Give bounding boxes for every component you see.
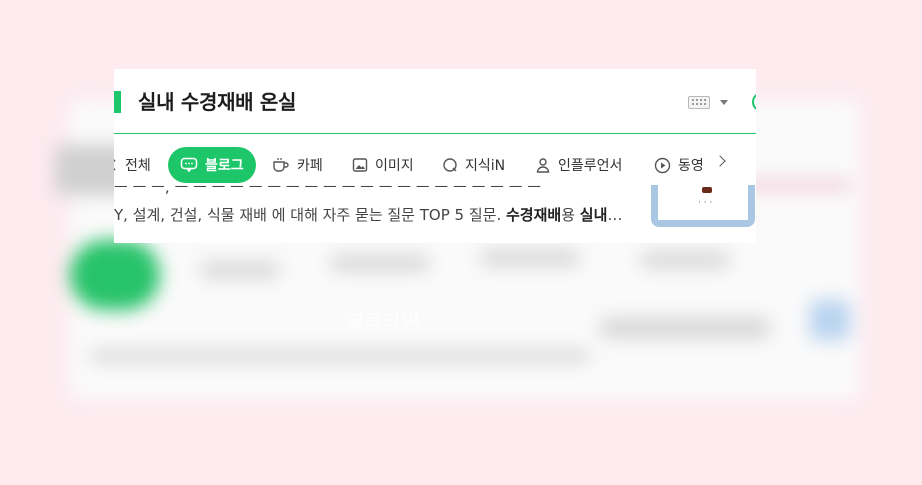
background-blur-bar [640,252,730,268]
tab-video[interactable]: 동영 [654,147,704,183]
background-blur-bar [200,262,280,278]
play-icon [654,157,671,173]
image-icon [352,158,368,172]
snippet-highlight: 수경재배 [505,206,562,224]
search-query[interactable]: 실내 수경재배 온실 [138,86,296,115]
background-blur-bar [90,350,590,362]
person-icon [536,158,550,173]
result-clipped-line: ㅡ ㅡ ㅡ, ㅡ ㅡ ㅡ ㅡ ㅡ ㅡ ㅡ ㅡ ㅡ ㅡ ㅡ ㅡ ㅡ ㅡ ㅡ ㅡ ㅡ… [114,184,542,195]
question-bubble-icon [443,158,457,172]
result-snippet: Y, 설계, 건설, 식물 재배 에 대해 자주 묻는 질문 TOP 5 질문.… [114,204,644,225]
tab-label: 카페 [297,158,323,174]
search-bar[interactable]: 실내 수경재배 온실 [114,69,756,134]
snippet-text: Y, 설계, 건설, 식물 재배 에 대해 자주 묻는 질문 TOP 5 질문. [114,206,506,224]
tab-all[interactable]: 전체 [114,147,151,183]
background-green-blob [70,240,160,310]
background-blur-bar [480,250,580,266]
thumbnail-dots: · · · [698,198,713,208]
search-card: 실내 수경재배 온실 전체 블로그 카페 이미지 지식iN 인플루언서 동영 ㅡ… [114,69,756,243]
tab-label: 인플루언서 [558,158,623,174]
tab-label: 동영 [678,158,704,174]
chevron-right-icon[interactable] [714,155,726,167]
keyboard-icon[interactable] [688,96,710,109]
tab-cafe[interactable]: 카페 [272,147,323,183]
background-blur-bar [330,255,430,271]
cafe-cup-icon [273,158,289,172]
snippet-text: 용 [561,206,580,224]
tab-label: 전체 [125,158,151,174]
thumbnail-image: · · · [658,185,748,220]
tab-influencer[interactable]: 인플루언서 [535,147,622,183]
blog-icon [180,157,198,173]
tab-label: 지식iN [465,158,506,174]
snippet-highlight: 실내 [579,206,608,224]
search-accent-bar [114,91,121,113]
tab-label: 이미지 [375,158,414,174]
search-button-edge[interactable] [752,93,756,111]
background-blue-thumb [810,300,850,340]
result-thumbnail[interactable]: · · · [651,185,755,227]
tab-blog[interactable]: 블로그 [168,147,256,183]
tab-kin[interactable]: 지식iN [442,147,505,183]
chevron-down-icon[interactable] [720,100,728,105]
background-blur-bar [600,318,770,338]
thumbnail-figure [702,187,712,193]
background-text: 글루타민 [346,310,420,334]
snippet-ellipsis: … [607,206,623,224]
search-tabs: 전체 블로그 카페 이미지 지식iN 인플루언서 동영 [114,145,756,185]
tab-label: 블로그 [205,158,244,174]
search-icon [114,159,116,171]
tab-image[interactable]: 이미지 [352,147,414,183]
